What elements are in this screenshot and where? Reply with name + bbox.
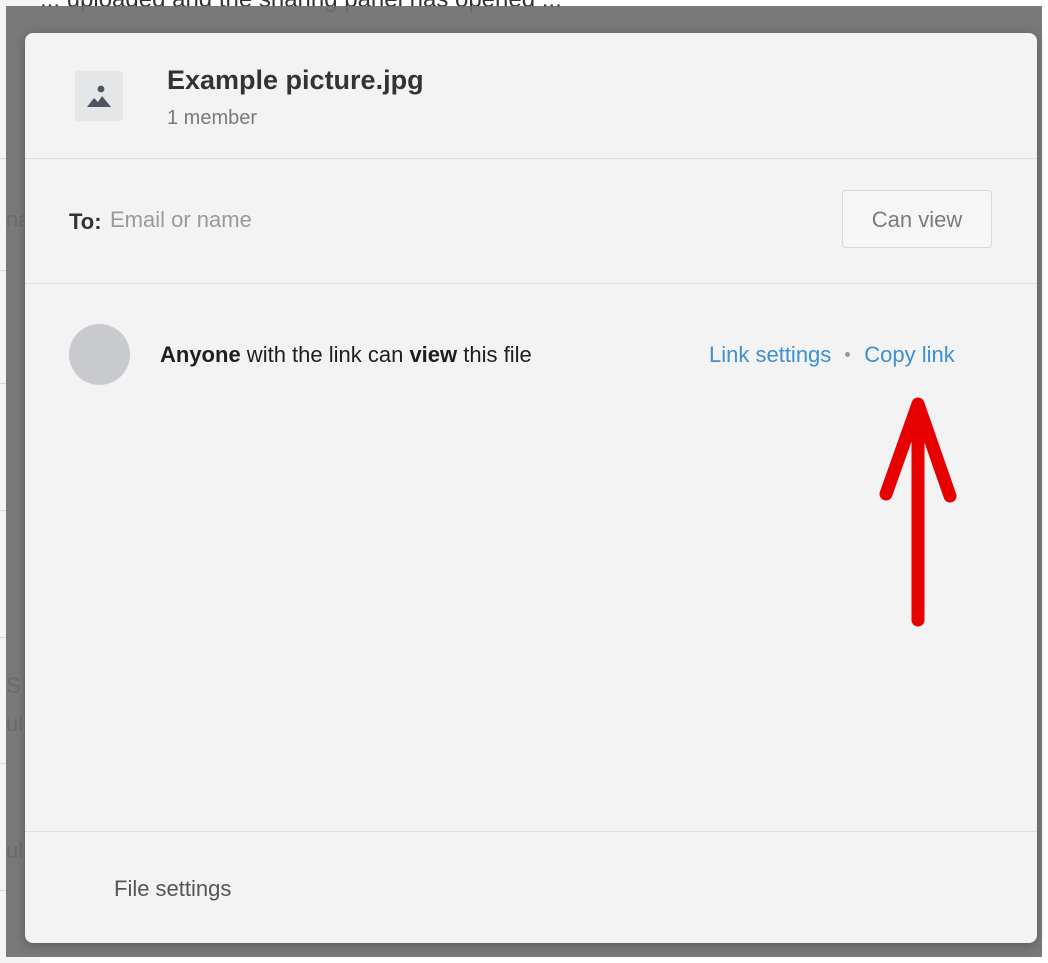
link-access-middle: with the link can: [240, 342, 410, 367]
email-or-name-input[interactable]: [110, 203, 810, 237]
share-recipient-row: To: Can view: [25, 159, 1037, 284]
file-name: Example picture.jpg: [167, 65, 424, 95]
modal-header: Example picture.jpg 1 member: [25, 33, 1037, 159]
modal-footer: File settings: [25, 831, 1037, 943]
red-arrow-up-icon: [879, 397, 957, 627]
can-view-dropdown-button[interactable]: Can view: [842, 190, 992, 248]
link-access-text: Anyone with the link can view this file: [160, 342, 532, 368]
link-avatar: [69, 324, 130, 385]
image-icon: [75, 71, 123, 121]
link-settings-link[interactable]: Link settings: [709, 342, 831, 367]
to-label: To:: [69, 209, 102, 234]
member-count: 1 member: [167, 107, 258, 129]
link-access-who: Anyone: [160, 342, 241, 367]
dot-separator: [845, 351, 851, 357]
link-access-permission: view: [409, 342, 458, 367]
file-settings-link[interactable]: File settings: [114, 876, 231, 902]
link-actions: Link settings Copy link: [709, 342, 955, 368]
image-icon-glyph: [87, 85, 111, 107]
link-access-end: this file: [457, 342, 532, 367]
copy-link-button[interactable]: Copy link: [864, 342, 954, 367]
